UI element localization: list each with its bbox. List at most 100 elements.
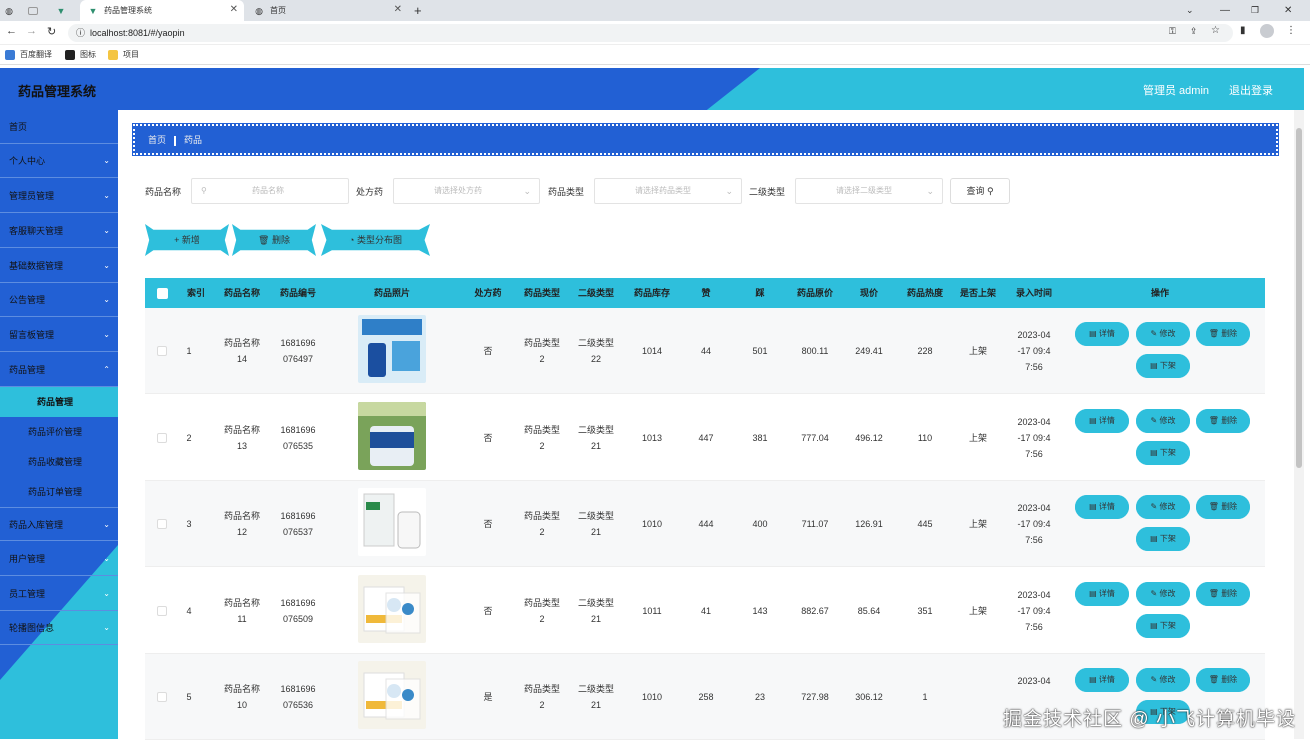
tab-globe[interactable]: ◍ [4,0,24,21]
sidebar-item-messages[interactable]: 留言板管理⌄ [0,318,118,352]
table-header: 索引 药品名称 药品编号 药品照片 处方药 药品类型 二级类型 药品库存 赞 踩… [145,278,1265,308]
blank-tab-icon [28,7,38,15]
off-shelf-button[interactable]: ▤ 下架 [1136,441,1190,465]
delete-button[interactable]: 🗑 删除 [1196,495,1250,519]
off-shelf-button[interactable]: ▤ 下架 [1136,354,1190,378]
bookmark-item[interactable]: 项目 [108,49,139,60]
tab-blank[interactable] [28,0,48,21]
bookmark-item[interactable]: 百度翻译 [5,49,52,60]
row-checkbox[interactable] [157,692,167,702]
sidebar-subitem-order[interactable]: 药品订单管理 [0,477,118,507]
search-icon: ⚲ [987,186,994,196]
drug-subtype: 二级类型21 [571,681,621,713]
reload-icon[interactable]: ↻ [47,25,56,38]
rx-select[interactable]: 请选择处方药⌄ [393,178,540,204]
tab-vue[interactable]: ▼ [56,0,76,21]
edit-button[interactable]: ✎ 修改 [1136,668,1190,692]
star-icon[interactable]: ☆ [1211,25,1220,36]
close-icon[interactable]: ✕ [394,4,402,15]
url-input[interactable]: ⓘ localhost:8081/#/yaopin [68,24,1233,42]
avatar[interactable] [1260,24,1274,38]
sidebar-item-basedata[interactable]: 基础数据管理⌄ [0,249,118,283]
breadcrumb: 首页药品 [133,124,1278,155]
trash-icon: 🗑 [1209,329,1219,338]
close-window-icon[interactable]: ✕ [1284,0,1292,21]
tab-home[interactable]: ◍ 首页 ✕ [248,0,408,21]
sidebar-item-carousel[interactable]: 轮播图信息⌄ [0,611,118,645]
app-title: 药品管理系统 [18,81,96,100]
chevron-down-icon[interactable]: ⌄ [1186,0,1194,21]
sidebar-item-chat[interactable]: 客服聊天管理⌄ [0,214,118,248]
back-icon[interactable]: ← [6,25,17,37]
detail-button[interactable]: ▤ 详情 [1075,582,1129,606]
detail-button[interactable]: ▤ 详情 [1075,409,1129,433]
batch-delete-button[interactable]: 🗑 删除 [232,224,316,256]
close-icon[interactable]: ✕ [230,4,238,15]
minimize-icon[interactable]: — [1220,0,1230,21]
edit-button[interactable]: ✎ 修改 [1136,582,1190,606]
sidebar-item-stockin[interactable]: 药品入库管理⌄ [0,507,118,541]
key-icon[interactable]: ⚿ [1169,26,1176,37]
sidebar-subitem-review[interactable]: 药品评价管理 [0,417,118,447]
detail-button[interactable]: ▤ 详情 [1075,322,1129,346]
type2-select[interactable]: 请选择二级类型⌄ [795,178,943,204]
sidepanel-icon[interactable]: ▮ [1240,25,1246,36]
forward-icon[interactable]: → [26,25,37,37]
query-button[interactable]: 查询 ⚲ [950,178,1010,204]
address-bar: ← → ↻ ⓘ localhost:8081/#/yaopin ⚿ ⇪ ☆ ▮ … [0,21,1310,45]
detail-button[interactable]: ▤ 详情 [1075,495,1129,519]
document-icon: ▤ [1089,502,1097,511]
delete-button[interactable]: 🗑 删除 [1196,668,1250,692]
edit-button[interactable]: ✎ 修改 [1136,495,1190,519]
chevron-down-icon: ⌄ [103,508,110,542]
delete-button[interactable]: 🗑 删除 [1196,322,1250,346]
add-button[interactable]: + 新增 [145,224,229,256]
document-icon: ▤ [1089,416,1097,425]
chevron-down-icon: ⌄ [523,179,531,203]
row-checkbox[interactable] [157,346,167,356]
chevron-up-icon: ⌃ [103,353,110,387]
edit-button[interactable]: ✎ 修改 [1136,409,1190,433]
sidebar-item-admin[interactable]: 管理员管理⌄ [0,179,118,213]
delete-button[interactable]: 🗑 删除 [1196,409,1250,433]
pie-chart-icon: ◔ [349,235,354,245]
search-input[interactable]: ⚲ 药品名称 [191,178,349,204]
sidebar-item-home[interactable]: 首页 [0,110,118,144]
table-row: 2 药品名称13 1681696076535 否 药品类型2 二级类型21 10… [145,395,1265,481]
type-chart-button[interactable]: ◔ 类型分布图 [321,224,430,256]
scrollbar[interactable] [1294,110,1304,739]
new-tab-button[interactable]: + [414,0,430,21]
more-icon[interactable]: ⋮ [1286,25,1296,36]
row-checkbox[interactable] [157,606,167,616]
browser-tab-bar: ◍ ▼ ▼ 药品管理系统 ✕ ◍ 首页 ✕ + ⌄ — ❐ ✕ [0,0,1310,21]
detail-button[interactable]: ▤ 详情 [1075,668,1129,692]
off-shelf-button[interactable]: ▤ 下架 [1136,527,1190,551]
globe-icon: ◍ [254,6,264,16]
breadcrumb-home[interactable]: 首页 [148,135,166,145]
app-header: 药品管理系统 管理员 admin 退出登录 [0,68,1304,110]
document-icon: ▤ [1089,589,1097,598]
type-select[interactable]: 请选择药品类型⌄ [594,178,742,204]
row-checkbox[interactable] [157,433,167,443]
sidebar-item-staff[interactable]: 员工管理⌄ [0,577,118,611]
maximize-icon[interactable]: ❐ [1251,0,1259,21]
share-icon[interactable]: ⇪ [1190,26,1198,37]
sidebar-subitem-drug-manage[interactable]: 药品管理 [0,387,118,417]
drug-name: 药品名称11 [215,595,269,627]
sidebar-subitem-favorite[interactable]: 药品收藏管理 [0,447,118,477]
tab-active[interactable]: ▼ 药品管理系统 ✕ [80,0,244,21]
sidebar-item-drugs[interactable]: 药品管理⌃ [0,353,118,387]
bookmark-item[interactable]: 图标 [65,49,96,60]
sidebar-item-profile[interactable]: 个人中心⌄ [0,144,118,178]
logout-link[interactable]: 退出登录 [1229,82,1273,98]
select-all-checkbox[interactable] [157,288,168,299]
sidebar-item-users[interactable]: 用户管理⌄ [0,542,118,576]
edit-button[interactable]: ✎ 修改 [1136,322,1190,346]
info-icon: ⓘ [76,24,85,42]
tab-label: 药品管理系统 [104,5,152,16]
drug-code: 1681696076509 [271,595,325,627]
sidebar-item-notice[interactable]: 公告管理⌄ [0,283,118,317]
delete-button[interactable]: 🗑 删除 [1196,582,1250,606]
off-shelf-button[interactable]: ▤ 下架 [1136,614,1190,638]
row-checkbox[interactable] [157,519,167,529]
